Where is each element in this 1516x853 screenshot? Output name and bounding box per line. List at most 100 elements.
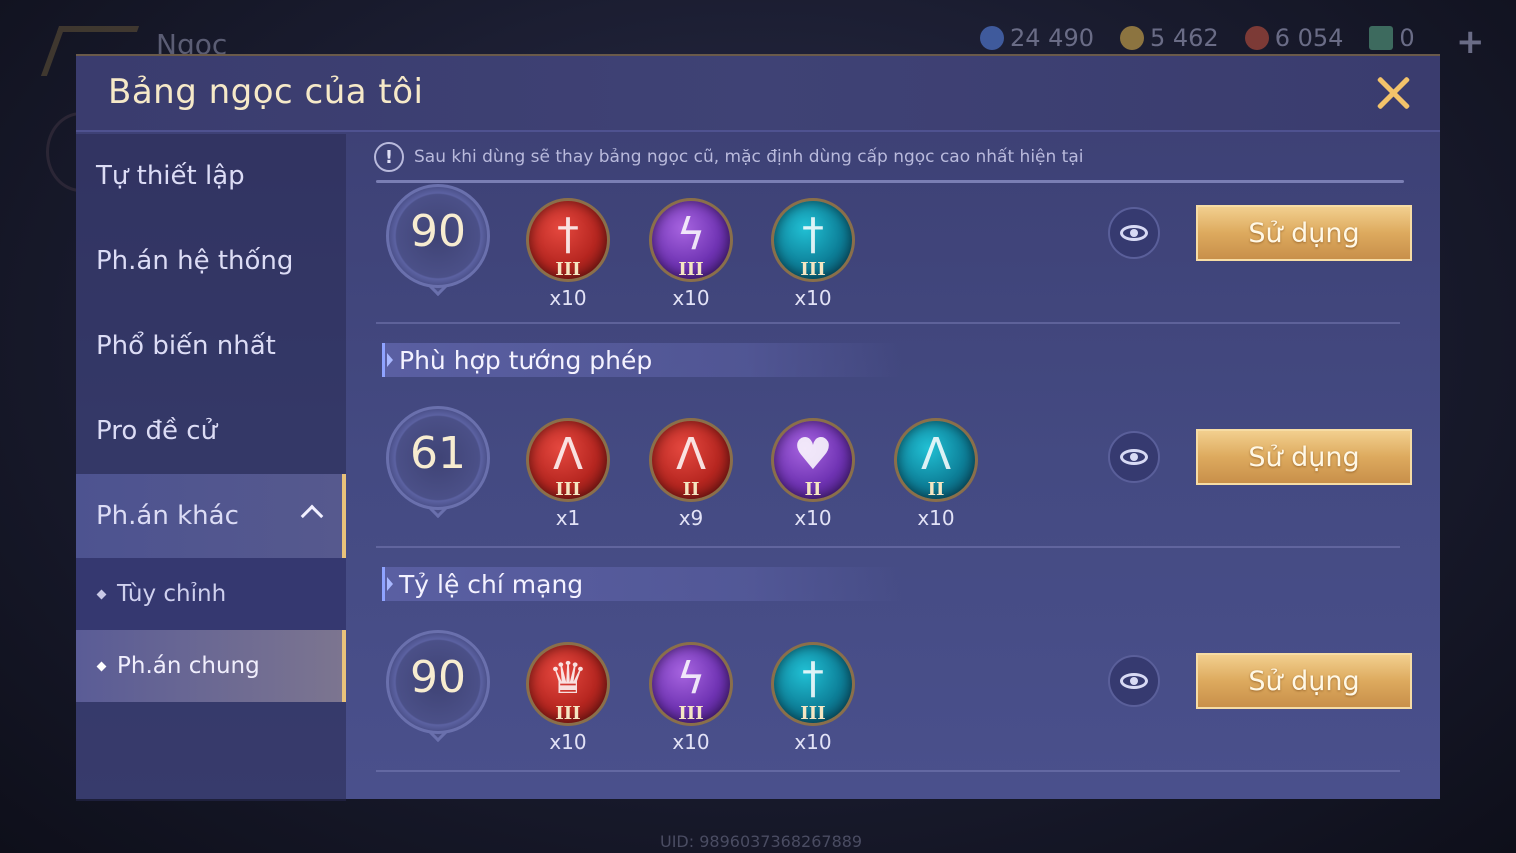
gem-glyph: † — [557, 209, 579, 260]
rune-gem[interactable]: Ʌ II x10 — [894, 418, 978, 530]
gem-glyph: † — [802, 653, 824, 704]
dagger-icon: Ʌ II — [894, 418, 978, 502]
rune-gem[interactable]: Ʌ II x9 — [649, 418, 733, 530]
rune-gem[interactable]: Ʌ III x1 — [526, 418, 610, 530]
divider — [376, 180, 1404, 183]
currency-gem: 24 490 — [980, 24, 1094, 52]
sword-icon: † III — [526, 198, 610, 282]
currency-voucher: 6 054 — [1244, 24, 1344, 52]
rune-gem[interactable]: † III x10 — [771, 198, 855, 310]
sidebar-item-other-plans[interactable]: Ph.án khác — [76, 474, 346, 558]
uid-text: UID: 9896037368267889 — [660, 832, 863, 851]
gem-tier: III — [800, 703, 826, 724]
chevron-up-icon — [300, 504, 324, 528]
rune-level-badge: 90 — [386, 184, 490, 297]
crown-icon: ♛ III — [526, 642, 610, 726]
gem-tier: III — [800, 259, 826, 280]
sidebar-item-label: Pro đề cử — [96, 416, 218, 446]
preview-button[interactable] — [1108, 431, 1160, 483]
gem-glyph: ϟ — [676, 209, 706, 260]
gem-glyph: ♛ — [548, 653, 588, 704]
dialog-header: Bảng ngọc của tôi — [76, 56, 1440, 132]
currency-bar: 24 490 5 462 6 054 0 — [980, 24, 1415, 52]
gem-tier: II — [682, 479, 700, 500]
sidebar-item-label: Phổ biến nhất — [96, 331, 276, 361]
preview-button[interactable] — [1108, 655, 1160, 707]
gem-count: x10 — [549, 730, 587, 754]
notice-text: Sau khi dùng sẽ thay bảng ngọc cũ, mặc đ… — [414, 147, 1084, 167]
card-icon — [1369, 26, 1394, 50]
gem-count: x10 — [549, 286, 587, 310]
gem-tier: III — [555, 259, 581, 280]
bullet-icon — [96, 589, 107, 599]
rune-gem[interactable]: ϟ III x10 — [649, 642, 733, 754]
sidebar-item-pro-recommended[interactable]: Pro đề cử — [76, 389, 346, 473]
rune-level: 61 — [410, 428, 466, 479]
close-button[interactable] — [1370, 70, 1416, 116]
rune-gem[interactable]: ♛ III x10 — [526, 642, 610, 754]
sword-icon: † III — [771, 198, 855, 282]
rune-page-dialog: Bảng ngọc của tôi Tự thiết lập Ph.án hệ … — [76, 54, 1440, 801]
rune-gem[interactable]: ♥ II x10 — [771, 418, 855, 530]
gem-coin-icon — [980, 26, 1004, 50]
currency-value: 6 054 — [1274, 24, 1344, 52]
gem-count: x10 — [794, 506, 832, 530]
gem-tier: III — [678, 703, 704, 724]
currency-value: 0 — [1399, 24, 1415, 52]
rune-level-badge: 61 — [386, 406, 490, 519]
exclamation-icon: ! — [374, 142, 404, 172]
preview-button[interactable] — [1108, 207, 1160, 259]
sidebar-item-label: Tự thiết lập — [96, 161, 245, 191]
gold-coin-icon — [1119, 26, 1144, 50]
rune-level: 90 — [410, 206, 466, 257]
eye-icon — [1120, 673, 1148, 689]
section-header: Phù hợp tướng phép — [382, 343, 902, 377]
divider — [376, 322, 1400, 324]
gem-tier: II — [927, 479, 945, 500]
section-header: Tỷ lệ chí mạng — [382, 567, 902, 601]
gem-count: x10 — [794, 286, 832, 310]
dagger-icon: Ʌ III — [526, 418, 610, 502]
notice: ! Sau khi dùng sẽ thay bảng ngọc cũ, mặc… — [374, 142, 1083, 172]
gem-tier: III — [555, 479, 581, 500]
currency-value: 5 462 — [1149, 24, 1219, 52]
gem-glyph: Ʌ — [920, 429, 952, 480]
gem-count: x1 — [555, 506, 581, 530]
sidebar-item-system-plan[interactable]: Ph.án hệ thống — [76, 219, 346, 303]
sidebar-subitem-general-plan[interactable]: Ph.án chung — [76, 630, 346, 702]
gem-tier: III — [555, 703, 581, 724]
use-button[interactable]: Sử dụng — [1196, 653, 1412, 709]
gem-count: x10 — [794, 730, 832, 754]
sword-icon: † III — [771, 642, 855, 726]
rune-gem[interactable]: † III x10 — [526, 198, 610, 310]
divider — [376, 546, 1400, 548]
heart-icon: ♥ II — [771, 418, 855, 502]
sidebar-item-label: Ph.án hệ thống — [96, 246, 294, 276]
bullet-icon — [96, 661, 107, 671]
gem-count: x9 — [678, 506, 704, 530]
rune-level: 90 — [410, 652, 466, 703]
currency-gold: 5 462 — [1119, 24, 1219, 52]
sidebar-item-custom-setup[interactable]: Tự thiết lập — [76, 134, 346, 218]
gem-glyph: Ʌ — [552, 429, 584, 480]
gem-count: x10 — [672, 286, 710, 310]
sidebar-item-label: Ph.án khác — [96, 501, 239, 531]
dagger-icon: Ʌ II — [649, 418, 733, 502]
add-currency-button[interactable]: + — [1456, 22, 1485, 62]
rune-gem[interactable]: ϟ III x10 — [649, 198, 733, 310]
rune-gem[interactable]: † III x10 — [771, 642, 855, 754]
lightning-icon: ϟ III — [649, 642, 733, 726]
sidebar: Tự thiết lập Ph.án hệ thống Phổ biến nhấ… — [76, 134, 346, 801]
gem-count: x10 — [917, 506, 955, 530]
gem-glyph: ϟ — [676, 653, 706, 704]
currency-card: 0 — [1369, 24, 1415, 52]
sidebar-subitem-custom[interactable]: Tùy chỉnh — [76, 558, 346, 630]
dialog-title: Bảng ngọc của tôi — [108, 72, 424, 112]
lightning-icon: ϟ III — [649, 198, 733, 282]
use-button[interactable]: Sử dụng — [1196, 205, 1412, 261]
use-button[interactable]: Sử dụng — [1196, 429, 1412, 485]
gem-glyph: Ʌ — [675, 429, 707, 480]
sidebar-item-most-popular[interactable]: Phổ biến nhất — [76, 304, 346, 388]
gem-glyph: † — [802, 209, 824, 260]
sidebar-subitem-label: Ph.án chung — [117, 653, 260, 679]
